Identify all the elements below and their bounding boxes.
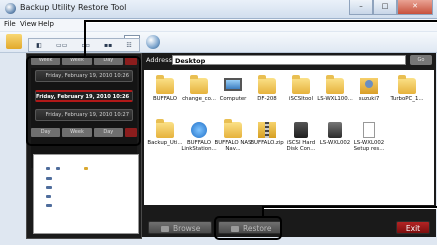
file-item-turbopc[interactable]: TurboPC_1...: [384, 75, 430, 114]
file-item-buffalo-zip[interactable]: BUFFALO.zip: [248, 122, 286, 158]
file-item-backup-uti[interactable]: Backup_Uti...: [146, 119, 184, 158]
exit-button[interactable]: Exit: [396, 221, 430, 234]
disk-icon: [294, 122, 308, 138]
browse-icon: [161, 226, 169, 232]
file-item-lswxl100[interactable]: LS-WXL100...: [316, 75, 354, 114]
file-item-suzuki7[interactable]: suzuki7: [350, 78, 388, 114]
desktop-preview: [33, 154, 139, 234]
file-item-nas-nav[interactable]: BUFFALO NAS Nav...: [214, 119, 252, 158]
file-list: BUFFALO change_co... Computer DF-208 iSC…: [144, 70, 434, 205]
folder-icon: [156, 75, 174, 94]
title-bar: Backup Utility Restore Tool – □ ✕: [0, 0, 437, 19]
address-row: Address Desktop Go: [142, 53, 436, 67]
close-button[interactable]: ✕: [397, 0, 433, 15]
folder-icon: [224, 119, 242, 138]
menu-help[interactable]: Help: [38, 20, 54, 28]
preview-icon: [46, 186, 52, 189]
ie-icon: [191, 122, 207, 138]
preview-icon: [84, 167, 88, 170]
user-folder-icon: [360, 78, 378, 94]
view-mode-4[interactable]: ▪▪: [104, 42, 112, 49]
folder-icon: [326, 75, 344, 94]
restore-callout: [214, 216, 282, 240]
folder-icon: [398, 75, 416, 94]
backup-list-callout: [26, 56, 141, 146]
preview-icon: [46, 195, 51, 198]
minimize-button[interactable]: –: [349, 0, 373, 15]
app-icon: [5, 3, 16, 14]
file-item-linkstation[interactable]: BUFFALO LinkStation...: [180, 122, 218, 158]
action-bar: Browse Restore Exit: [142, 218, 436, 237]
menu-view[interactable]: View: [20, 20, 37, 28]
window-controls: – □ ✕: [349, 0, 433, 15]
file-browser-panel: Address Desktop Go BUFFALO change_co... …: [142, 53, 436, 237]
view-mode-2[interactable]: ▭▭: [56, 42, 67, 49]
menu-file[interactable]: File: [4, 20, 16, 28]
file-item-change[interactable]: change_co...: [180, 75, 218, 114]
preview-icon: [46, 204, 52, 207]
app-window: Backup Utility Restore Tool – □ ✕ File V…: [0, 0, 437, 245]
network-icon[interactable]: [146, 35, 160, 49]
file-item-iscsitool[interactable]: iSCSItool: [282, 75, 320, 114]
browse-button[interactable]: Browse: [148, 221, 212, 234]
file-item-setup-res[interactable]: LS-WXL002 Setup res...: [350, 122, 388, 158]
file-item-lswxl002[interactable]: LS-WXL002: [316, 122, 354, 158]
preview-icon: [46, 177, 52, 180]
preview-icon: [46, 167, 50, 170]
folder-icon: [156, 119, 174, 138]
file-item-iscsi-disk[interactable]: iSCSI Hard Disk Con...: [282, 122, 320, 158]
drive-icon: [328, 122, 342, 138]
folder-icon: [292, 75, 310, 94]
callout-line: [264, 208, 437, 209]
zip-icon: [258, 122, 276, 138]
callout-line: [84, 20, 86, 56]
view-mode-1[interactable]: ◧: [36, 42, 42, 49]
folder-icon: [258, 75, 276, 94]
maximize-button[interactable]: □: [373, 0, 397, 15]
document-icon: [363, 122, 375, 138]
view-mode-5[interactable]: ☷: [126, 42, 131, 49]
file-item-computer[interactable]: Computer: [214, 78, 252, 114]
open-folder-icon[interactable]: [6, 34, 22, 49]
address-field[interactable]: Desktop: [172, 55, 406, 65]
folder-icon: [190, 75, 208, 94]
file-item-buffalo[interactable]: BUFFALO: [146, 75, 184, 114]
callout-line: [86, 22, 437, 23]
file-item-df208[interactable]: DF-208: [248, 75, 286, 114]
go-button[interactable]: Go: [410, 55, 432, 65]
window-title: Backup Utility Restore Tool: [20, 3, 127, 12]
preview-icon: [56, 167, 60, 170]
address-label: Address: [146, 56, 172, 64]
computer-icon: [224, 78, 242, 91]
